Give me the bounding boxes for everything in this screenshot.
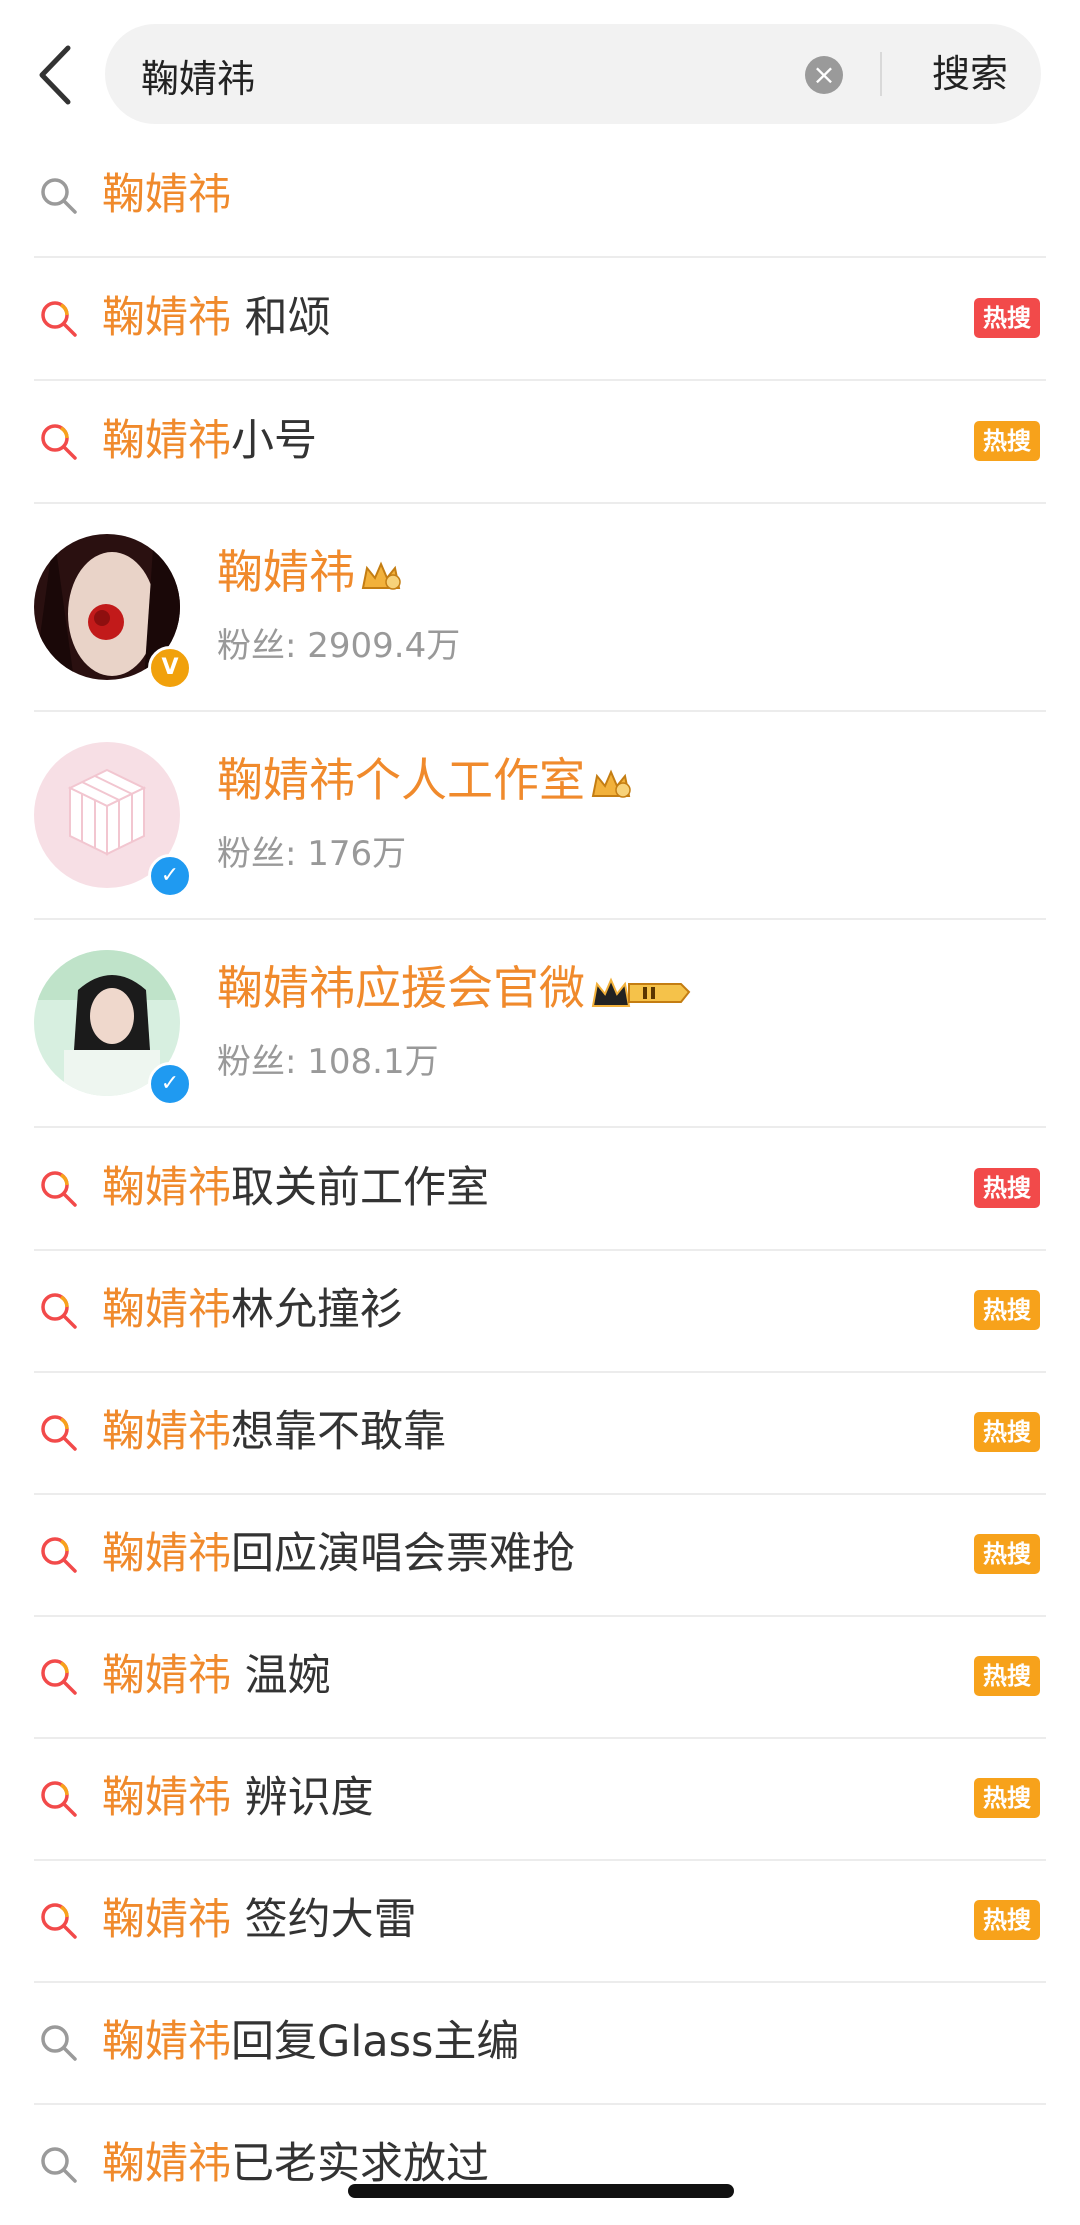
suggestion-row[interactable]: 鞠婧祎 温婉 热搜: [34, 1616, 1046, 1739]
crown-badge-icon: [361, 560, 401, 590]
suggestion-row[interactable]: 鞠婧祎想靠不敢靠 热搜: [34, 1372, 1046, 1495]
user-row[interactable]: ✓ 鞠婧祎个人工作室 粉丝: 176万: [34, 712, 1046, 920]
hot-search-icon: [38, 1900, 80, 1942]
hot-search-icon: [38, 1656, 80, 1698]
hot-search-icon: [38, 421, 80, 463]
suggestion-row[interactable]: 鞠婧祎: [34, 135, 1046, 258]
hot-search-icon: [38, 1778, 80, 1820]
hot-badge: 热搜: [974, 1900, 1040, 1940]
search-icon: [38, 2022, 80, 2064]
verified-icon: V: [148, 646, 192, 690]
search-icon: [38, 2144, 80, 2186]
hot-badge: 热搜: [974, 1412, 1040, 1452]
suggestion-text: 鞠婧祎取关前工作室: [102, 1163, 489, 1213]
hot-badge: 热搜: [974, 1534, 1040, 1574]
verified-icon: ✓: [148, 854, 192, 898]
verified-icon: ✓: [148, 1062, 192, 1106]
fan-count: 粉丝: 2909.4万: [217, 626, 461, 666]
hot-badge: 热搜: [974, 1168, 1040, 1208]
suggestion-row[interactable]: 鞠婧祎小号 热搜: [34, 381, 1046, 504]
search-input[interactable]: [139, 48, 783, 102]
fan-count: 粉丝: 108.1万: [217, 1042, 439, 1082]
user-row[interactable]: V 鞠婧祎 粉丝: 2909.4万: [34, 504, 1046, 712]
hot-badge: 热搜: [974, 1778, 1040, 1818]
user-row[interactable]: ✓ 鞠婧祎应援会官微 粉丝: 108.1万: [34, 920, 1046, 1128]
hot-search-icon: [38, 1290, 80, 1332]
hot-badge: 热搜: [974, 1656, 1040, 1696]
hot-search-icon: [38, 1412, 80, 1454]
fan-count: 粉丝: 176万: [217, 834, 407, 874]
clear-icon[interactable]: ×: [805, 56, 843, 94]
search-button[interactable]: 搜索: [915, 46, 1025, 102]
suggestion-text: 鞠婧祎想靠不敢靠: [102, 1407, 446, 1457]
suggestion-text: 鞠婧祎 签约大雷: [102, 1895, 417, 1945]
hot-search-icon: [38, 1534, 80, 1576]
crown-badge-icon: [591, 768, 631, 798]
search-header: × 搜索: [0, 0, 1080, 148]
suggestion-row[interactable]: 鞠婧祎取关前工作室 热搜: [34, 1128, 1046, 1251]
divider: [880, 52, 882, 96]
search-box: × 搜索: [105, 24, 1041, 124]
suggestion-text: 鞠婧祎 温婉: [102, 1651, 331, 1701]
suggestion-row[interactable]: 鞠婧祎回应演唱会票难抢 热搜: [34, 1494, 1046, 1617]
suggestion-text: 鞠婧祎林允撞衫: [102, 1285, 403, 1335]
suggestion-row[interactable]: 鞠婧祎 签约大雷 热搜: [34, 1860, 1046, 1983]
search-icon: [38, 175, 80, 217]
back-arrow-icon: [39, 45, 71, 105]
hot-badge: 热搜: [974, 421, 1040, 461]
suggestion-row[interactable]: 鞠婧祎已老实求放过: [34, 2104, 1046, 2225]
suggestion-text: 鞠婧祎小号: [102, 416, 317, 466]
crown-level-badge-icon: [591, 976, 691, 1007]
hot-badge: 热搜: [974, 1290, 1040, 1330]
suggestion-text: 鞠婧祎: [102, 170, 231, 220]
suggestion-row[interactable]: 鞠婧祎林允撞衫 热搜: [34, 1250, 1046, 1373]
hot-search-icon: [38, 1168, 80, 1210]
suggestion-text: 鞠婧祎 辨识度: [102, 1773, 374, 1823]
user-name: 鞠婧祎应援会官微: [217, 956, 693, 1020]
suggestion-row[interactable]: 鞠婧祎回复Glass主编: [34, 1982, 1046, 2105]
suggestion-text: 鞠婧祎 和颂: [102, 293, 331, 343]
suggestion-text: 鞠婧祎回应演唱会票难抢: [102, 1529, 575, 1579]
hot-search-icon: [38, 298, 80, 340]
suggestion-row[interactable]: 鞠婧祎 和颂 热搜: [34, 258, 1046, 381]
suggestion-text: 鞠婧祎回复Glass主编: [102, 2017, 520, 2067]
back-button[interactable]: [28, 40, 88, 110]
hot-badge: 热搜: [974, 298, 1040, 338]
home-indicator: [348, 2184, 734, 2198]
user-name: 鞠婧祎: [217, 540, 403, 604]
user-name: 鞠婧祎个人工作室: [217, 748, 633, 812]
suggestion-row[interactable]: 鞠婧祎 辨识度 热搜: [34, 1738, 1046, 1861]
